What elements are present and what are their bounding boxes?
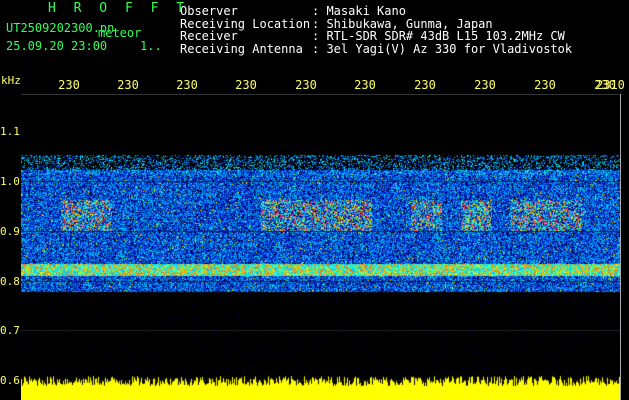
freq-label: 0.9 [0,225,20,238]
right-border [620,94,621,400]
unit-label: kHz [1,74,21,87]
info-label: Receiving Antenna [180,41,303,56]
freq-label: 1.1 [0,125,20,138]
top-border [21,94,621,95]
freq-label: 0.7 [0,324,20,337]
count-label: 1.. [140,39,162,53]
app-title: H R O F F T [48,1,190,16]
spectrogram [21,94,620,400]
info-value: : 3el Yagi(V) Az 330 for Vladivostok [312,41,573,56]
freq-label: 0.8 [0,275,20,288]
frequency-axis: 1.1 1.0 0.9 0.8 0.7 0.6 [0,94,21,400]
time-tick-label: 230 [354,78,376,92]
time-tick-label: 230 [474,78,496,92]
freq-label: 0.6 [0,374,20,387]
time-tick-label: 230 [414,78,436,92]
time-tick-label: 230 [534,78,556,92]
date-time: 25.09.20 23:00 [6,39,108,53]
freq-label: 1.0 [0,175,20,188]
time-tick-label-end: 2310 [596,78,625,92]
time-tick-label: 230 [117,78,139,92]
time-tick-label: 230 [235,78,257,92]
time-tick-label: 230 [58,78,80,92]
time-tick-label: 230 [295,78,317,92]
time-tick-label: 230 [176,78,198,92]
